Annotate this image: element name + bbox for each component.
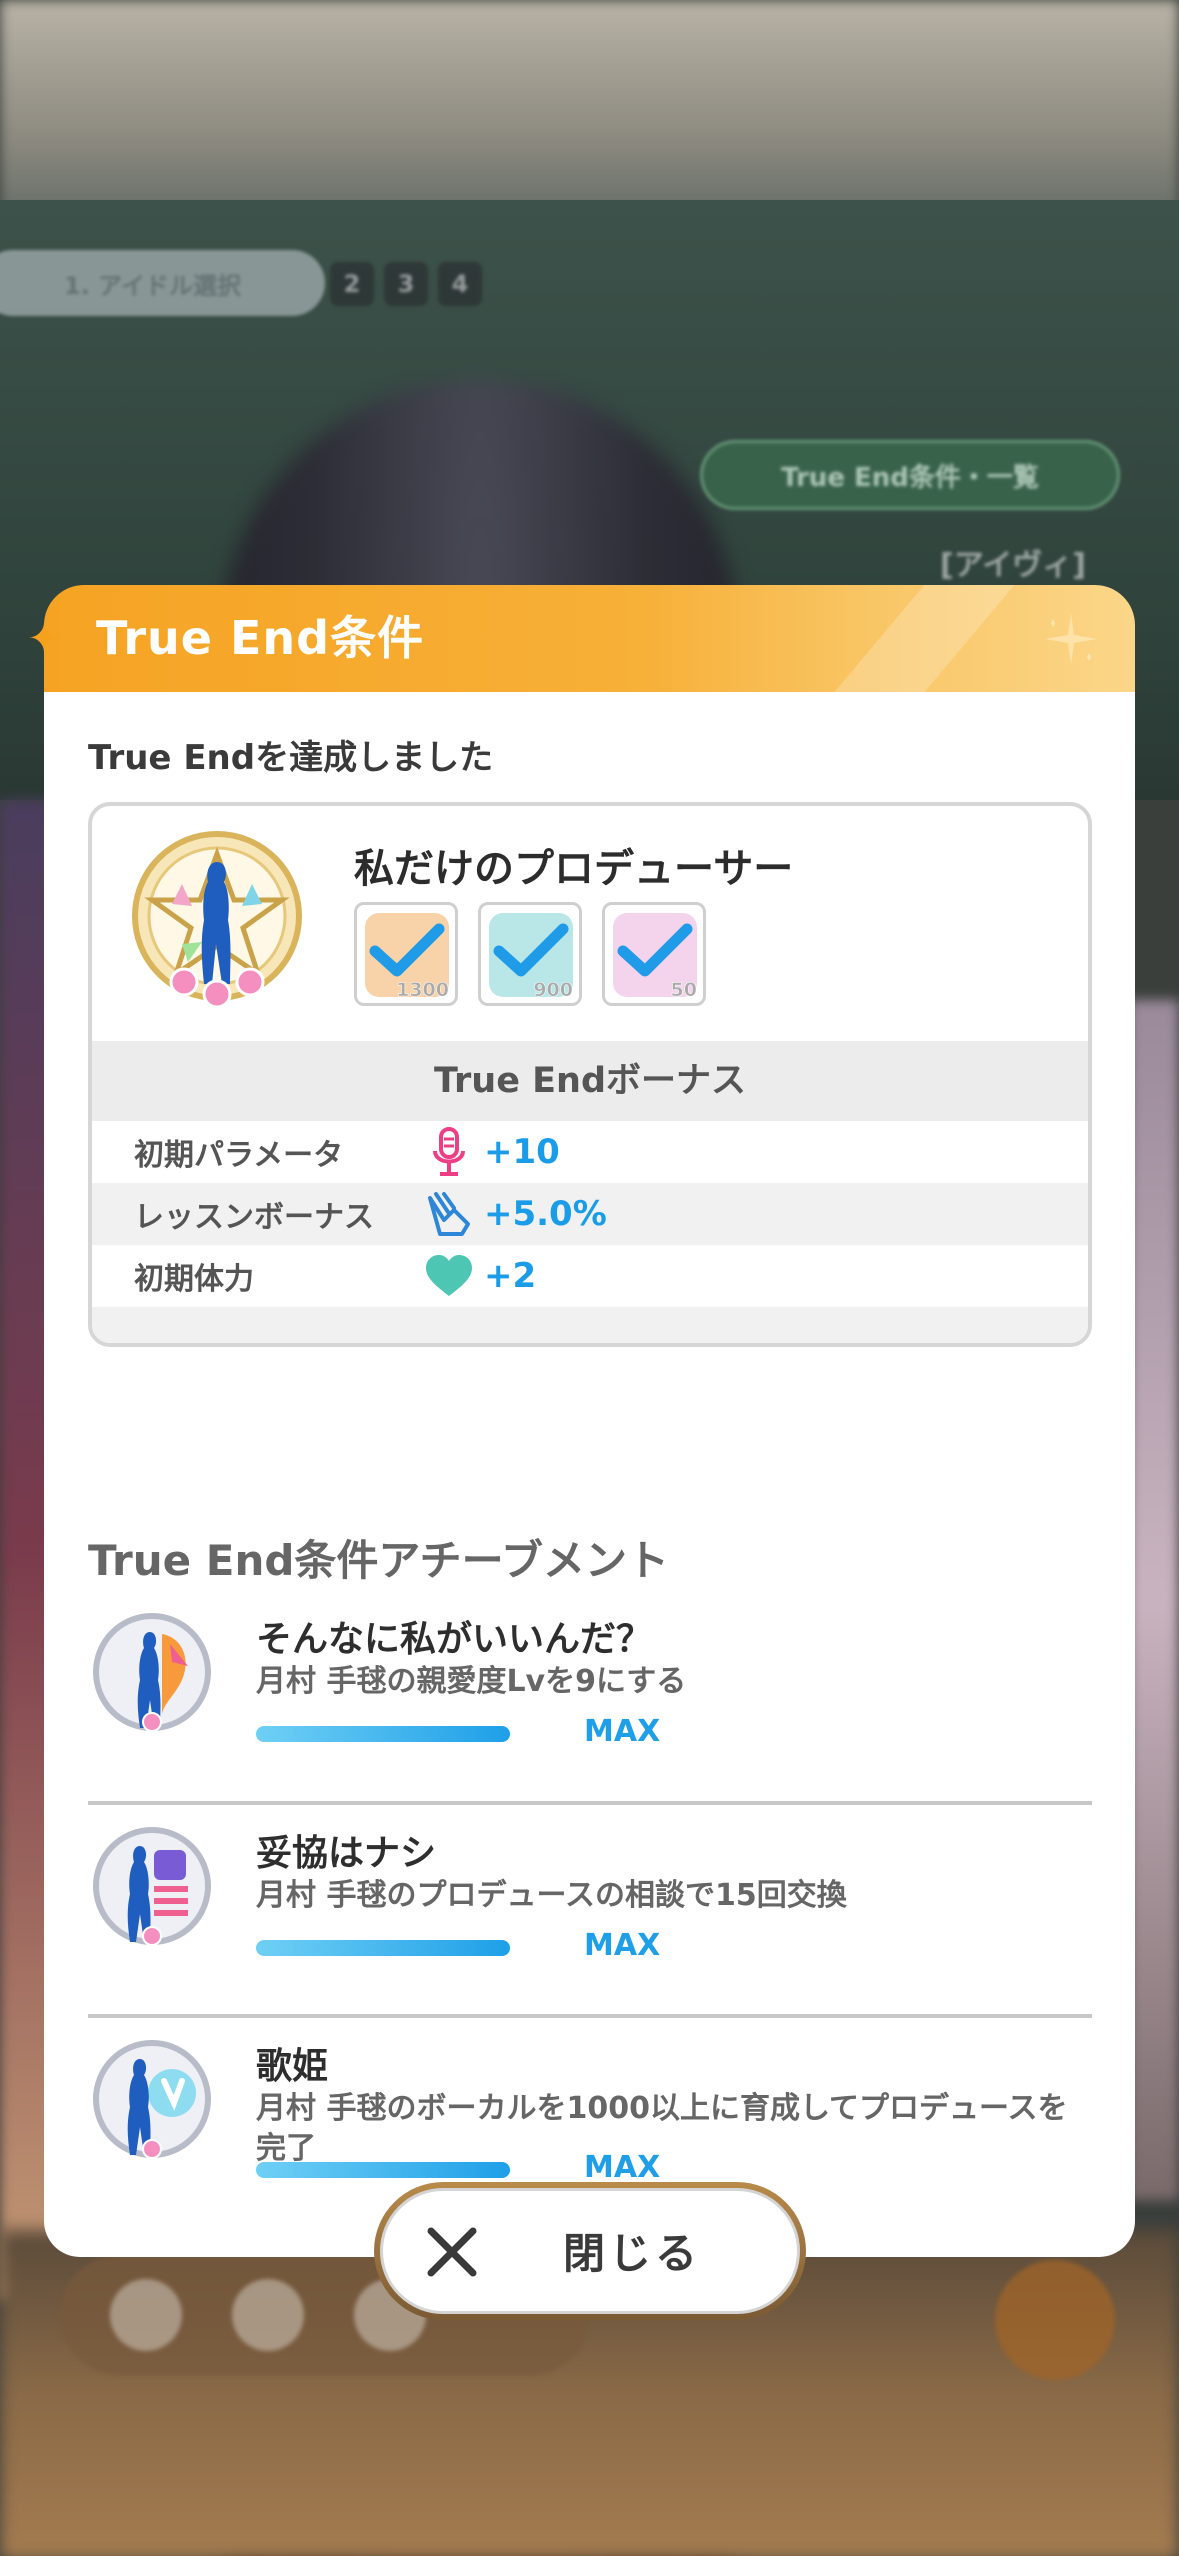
check-icon	[369, 923, 445, 977]
bonus-label: レッスンボーナス	[134, 1200, 374, 1235]
bg-idol-select-step: 1. アイドル選択	[0, 250, 325, 316]
bg-aside-label: [アイヴィ]	[940, 548, 1086, 583]
close-button[interactable]: 閉じる	[380, 2188, 800, 2314]
header-star-icon: ✦	[27, 616, 61, 662]
achievement-status: MAX	[584, 2150, 661, 2185]
achieved-message: True Endを達成しました	[88, 738, 494, 778]
requirement-value: 50	[670, 979, 697, 1002]
bg-step-indicators: 2 3 4	[330, 262, 482, 306]
bonus-row-initial-stamina: 初期体力 +2	[92, 1245, 1088, 1307]
bg-true-end-condition-button: True End条件・一覧	[700, 440, 1120, 510]
achievement-divider	[88, 2014, 1092, 2018]
modal-body: True Endを達成しました 私だけのプロデューサー 1300 900 50 …	[44, 692, 1135, 2257]
microphone-icon	[422, 1125, 476, 1179]
bg-home-icon	[110, 2279, 182, 2351]
true-end-title: 私だけのプロデューサー	[354, 846, 794, 892]
achievement-progress-bar	[256, 1726, 510, 1742]
bg-help-icon	[232, 2279, 304, 2351]
close-icon	[427, 2227, 477, 2277]
true-end-emblem-icon	[132, 831, 302, 1009]
achievement-title: 歌姫	[256, 2046, 329, 2087]
background-wall	[0, 0, 1179, 230]
achievement-status: MAX	[584, 1714, 661, 1749]
achievement-item: 妥協はナシ 月村 手毬のプロデュースの相談で15回交換 MAX	[88, 1824, 1092, 2024]
check-icon	[493, 923, 569, 977]
achievements-heading: True End条件アチーブメント	[88, 1536, 670, 1585]
bonus-header: True Endボーナス	[92, 1041, 1088, 1121]
modal-title: True End条件	[96, 611, 425, 665]
bg-step-2: 2	[330, 262, 374, 306]
achievement-description: 月村 手毬の親愛度Lvを9にする	[256, 1664, 687, 1699]
achievement-divider	[88, 1801, 1092, 1805]
bg-menu-icon	[995, 2260, 1115, 2380]
achievement-progress-bar	[256, 1940, 510, 1956]
achievement-progress-bar	[256, 2162, 510, 2178]
bg-step-3: 3	[384, 262, 428, 306]
sparkle-icon	[1045, 613, 1097, 665]
achievement-status: MAX	[584, 1928, 661, 1963]
true-end-modal: True End条件 ✦ True Endを達成しました 私だけのプロデューサー…	[27, 585, 1135, 2257]
requirement-value: 1300	[396, 979, 449, 1002]
modal-header: True End条件	[44, 585, 1135, 692]
bonus-row-lesson-bonus: レッスンボーナス +5.0%	[92, 1183, 1088, 1245]
achievement-title: そんなに私がいいんだ？	[256, 1619, 653, 1660]
bonus-label: 初期パラメータ	[134, 1138, 344, 1173]
bonus-label: 初期体力	[134, 1262, 254, 1297]
requirement-vocal: 1300	[354, 902, 458, 1006]
requirement-dance: 900	[478, 902, 582, 1006]
lesson-hand-icon	[422, 1187, 476, 1241]
heart-icon	[422, 1249, 476, 1303]
achievement-title: 妥協はナシ	[256, 1833, 437, 1874]
affection-emblem-icon	[93, 1613, 211, 1732]
requirement-visual: 50	[602, 902, 706, 1006]
achievement-description: 月村 手毬のプロデュースの相談で15回交換	[256, 1878, 847, 1913]
check-icon	[617, 923, 693, 977]
requirement-list: 1300 900 50	[354, 902, 706, 1006]
true-end-card: 私だけのプロデューサー 1300 900 50 True Endボーナス 初期パ…	[88, 802, 1092, 1347]
achievement-description: 月村 手毬のボーカルを1000以上に育成してプロデュースを完了	[256, 2091, 1068, 2166]
bonus-row-initial-parameter: 初期パラメータ +10	[92, 1121, 1088, 1183]
header-stripe-decor	[806, 585, 1032, 692]
consult-emblem-icon	[93, 1827, 211, 1946]
bg-step-4: 4	[438, 262, 482, 306]
close-label: 閉じる	[563, 2229, 702, 2278]
bonus-row-spacer	[92, 1307, 1088, 1343]
vocal-emblem-icon	[93, 2040, 211, 2159]
bonus-value: +5.0%	[484, 1194, 607, 1234]
achievement-item: そんなに私がいいんだ？ 月村 手毬の親愛度Lvを9にする MAX	[88, 1610, 1092, 1810]
requirement-value: 900	[533, 979, 573, 1002]
bonus-value: +10	[484, 1132, 560, 1172]
background-right-decor	[1129, 1000, 1179, 2200]
close-button-frame: 閉じる	[374, 2182, 806, 2320]
bonus-value: +2	[484, 1256, 537, 1296]
